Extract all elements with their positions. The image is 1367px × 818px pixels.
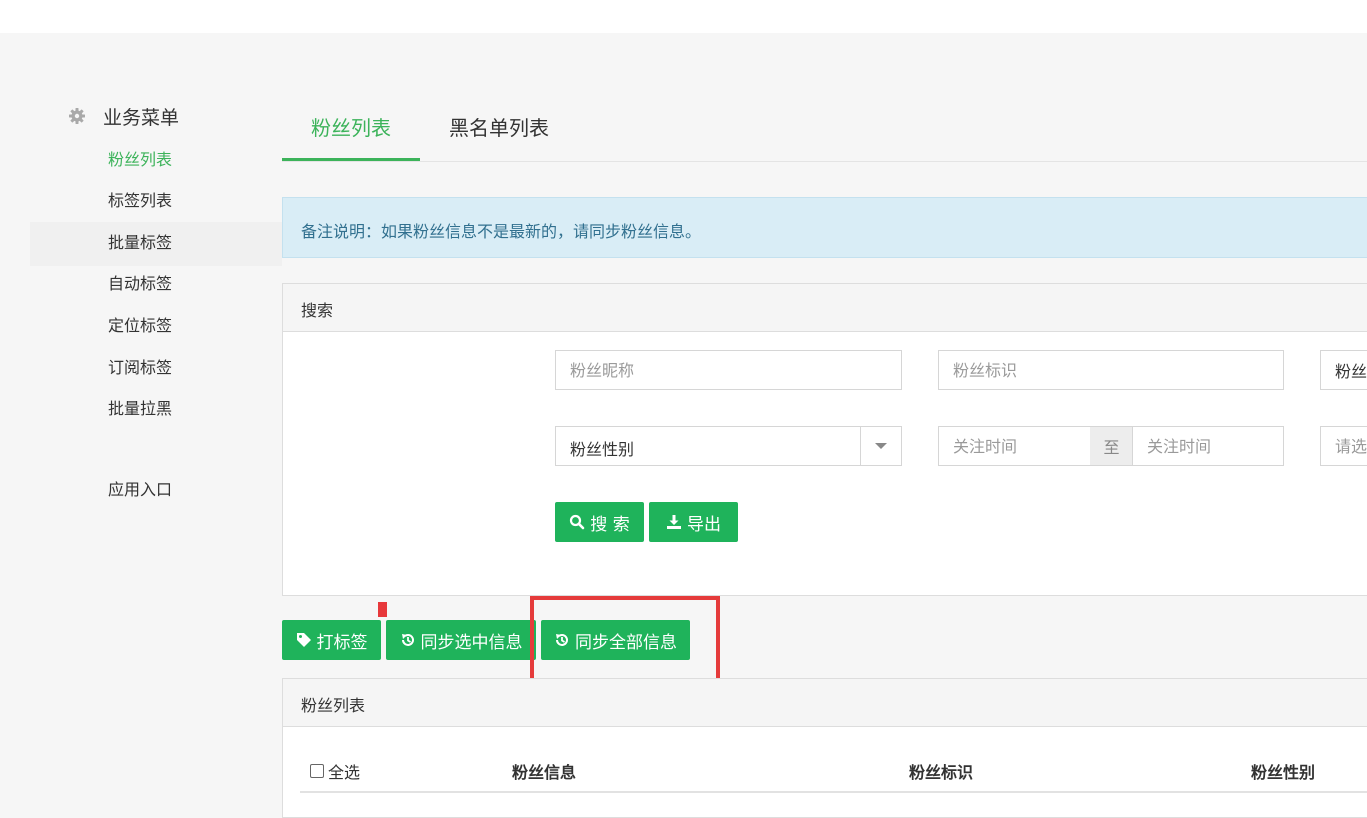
fans-list-panel-title: 粉丝列表 <box>283 679 1367 727</box>
highlight-box <box>530 596 720 685</box>
column-header-fan-info: 粉丝信息 <box>512 763 577 782</box>
export-button[interactable]: 导出 <box>649 502 738 542</box>
search-icon <box>570 514 585 530</box>
select-all-label: 全选 <box>328 763 361 782</box>
search-button[interactable]: 搜 索 <box>555 502 644 542</box>
sidebar-item-auto-tag[interactable]: 自动标签 <box>108 273 172 295</box>
sidebar-title: 业务菜单 <box>68 103 179 129</box>
download-icon <box>667 515 681 529</box>
gender-select[interactable]: 粉丝性别 <box>555 426 902 466</box>
info-alert: 备注说明：如果粉丝信息不是最新的，请同步粉丝信息。 <box>282 197 1367 258</box>
third-filter-input[interactable] <box>1320 350 1367 390</box>
alert-text: 备注说明：如果粉丝信息不是最新的，请同步粉丝信息。 <box>301 222 702 241</box>
sidebar-item-tag-list[interactable]: 标签列表 <box>108 190 172 212</box>
select-all-checkbox[interactable]: 全选 <box>310 759 360 783</box>
column-header-fan-openid: 粉丝标识 <box>909 763 974 782</box>
sync-selected-button-label: 同步选中信息 <box>420 632 523 653</box>
export-button-label: 导出 <box>687 514 721 535</box>
sidebar-item-subscribe-tag[interactable]: 订阅标签 <box>108 357 172 379</box>
sidebar-item-batch-tag[interactable]: 批量标签 <box>108 232 172 254</box>
nickname-input[interactable] <box>555 350 902 390</box>
sidebar-item-fans-list[interactable]: 粉丝列表 <box>108 149 172 171</box>
tab-fans-list[interactable]: 粉丝列表 <box>311 112 391 141</box>
tab-bar: 粉丝列表 黑名单列表 <box>282 86 1367 162</box>
table-header-divider <box>300 791 1367 793</box>
chevron-down-icon <box>860 427 901 465</box>
history-icon <box>401 634 414 646</box>
gender-select-value: 粉丝性别 <box>570 440 635 459</box>
tab-blacklist[interactable]: 黑名单列表 <box>449 112 549 141</box>
openid-input[interactable] <box>938 350 1284 390</box>
follow-time-start-input[interactable] <box>938 426 1091 466</box>
tag-button-label: 打标签 <box>316 632 368 653</box>
sidebar-item-batch-block[interactable]: 批量拉黑 <box>108 398 172 420</box>
tag-button[interactable]: 打标签 <box>282 620 381 660</box>
sidebar-title-label: 业务菜单 <box>103 106 180 129</box>
top-bar <box>0 0 1367 33</box>
sidebar-item-location-tag[interactable]: 定位标签 <box>108 315 172 337</box>
sync-selected-button[interactable]: 同步选中信息 <box>386 620 536 660</box>
search-button-label: 搜 索 <box>590 514 630 535</box>
gear-icon <box>68 107 86 125</box>
fans-list-panel: 粉丝列表 <box>282 678 1367 818</box>
follow-time-end-input[interactable] <box>1132 426 1284 466</box>
active-tab-indicator <box>282 158 420 161</box>
red-marker <box>378 602 387 617</box>
checkbox-icon <box>310 764 324 778</box>
follow-time-separator: 至 <box>1090 426 1133 466</box>
fourth-filter-input[interactable] <box>1320 426 1367 466</box>
column-header-fan-gender: 粉丝性别 <box>1251 763 1316 782</box>
search-panel-title: 搜索 <box>283 284 1367 332</box>
tag-icon <box>296 633 311 647</box>
sidebar-item-app-entry[interactable]: 应用入口 <box>108 479 172 501</box>
